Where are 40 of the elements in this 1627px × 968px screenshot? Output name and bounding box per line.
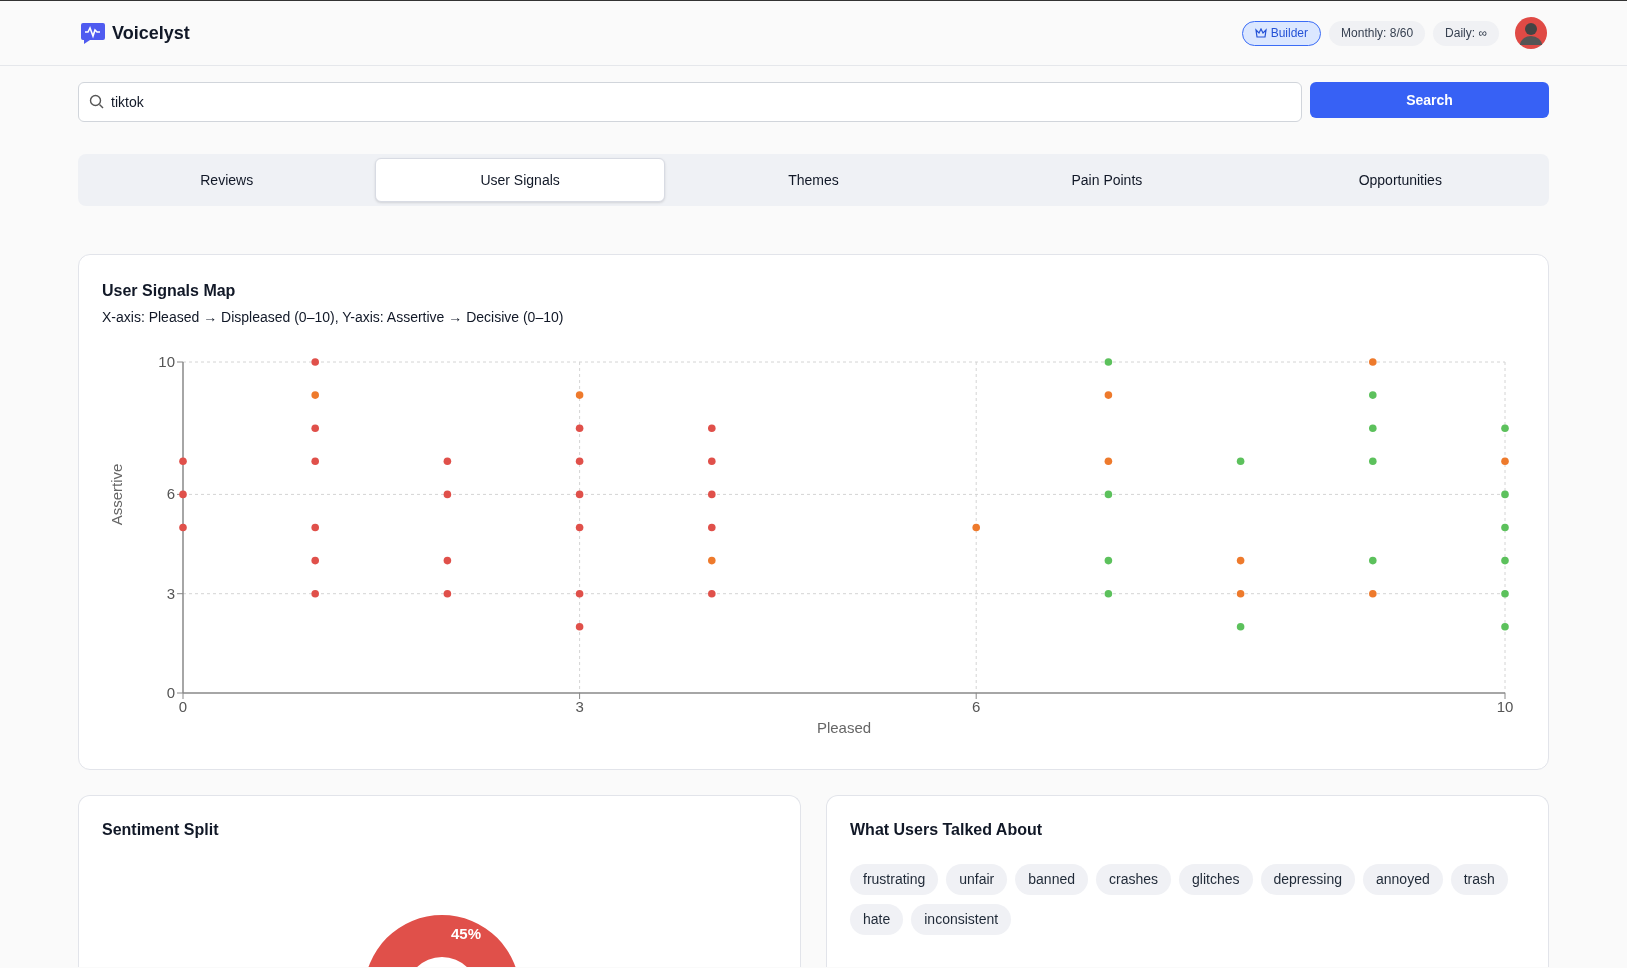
search-field[interactable]: tiktok (78, 82, 1302, 122)
x-axis-label: Pleased (816, 719, 872, 736)
topic-tag: depressing (1260, 864, 1355, 895)
slice-label: 45% (451, 925, 481, 942)
topic-tag: annoyed (1363, 864, 1443, 895)
card-title: User Signals Map (102, 281, 237, 301)
search-button[interactable]: Search (1310, 82, 1549, 118)
card-subtitle: X-axis: Pleased → Displeased (0–10), Y-axis: Assertive → Decisive (0–10) (102, 308, 565, 327)
y-axis-label: Assertive (108, 463, 125, 526)
tab[interactable]: Pain Points (962, 158, 1252, 202)
axis-tick-label: 6 (166, 485, 175, 503)
card-title: What Users Talked About (850, 820, 1044, 840)
tab[interactable]: Themes (668, 158, 959, 202)
axis-tick-label: 3 (575, 698, 584, 715)
app-name: Voicelyst (112, 21, 190, 45)
card-title: Sentiment Split (102, 820, 220, 840)
topic-tag: glitches (1179, 864, 1253, 895)
tab[interactable]: Opportunities (1255, 158, 1545, 202)
topic-tag: trash (1450, 864, 1508, 895)
plan-badge: Builder (1241, 20, 1322, 46)
axis-tick-label: 10 (158, 353, 175, 370)
crown-icon (1254, 28, 1267, 38)
search-icon (89, 94, 104, 109)
tab[interactable]: Reviews (82, 158, 372, 202)
monthly-usage-badge: Monthly: 8/60 (1329, 20, 1426, 46)
topic-tag: hate (850, 904, 904, 935)
logo-icon (80, 21, 106, 45)
axis-tick-label: 0 (178, 698, 188, 715)
tab[interactable]: User Signals (375, 158, 665, 202)
axis-tick-label: 10 (1496, 698, 1514, 715)
avatar[interactable] (1515, 17, 1547, 49)
topic-tag: banned (1015, 864, 1088, 895)
axis-tick-label: 0 (166, 684, 175, 701)
topic-tag: crashes (1096, 864, 1172, 895)
daily-usage-badge: Daily: ∞ (1433, 20, 1499, 46)
axis-tick-label: 6 (972, 698, 981, 715)
topic-tag: inconsistent (911, 904, 1012, 935)
topic-tag: unfair (946, 864, 1008, 895)
topic-tag: frustrating (850, 864, 939, 895)
axis-tick-label: 3 (166, 584, 175, 602)
